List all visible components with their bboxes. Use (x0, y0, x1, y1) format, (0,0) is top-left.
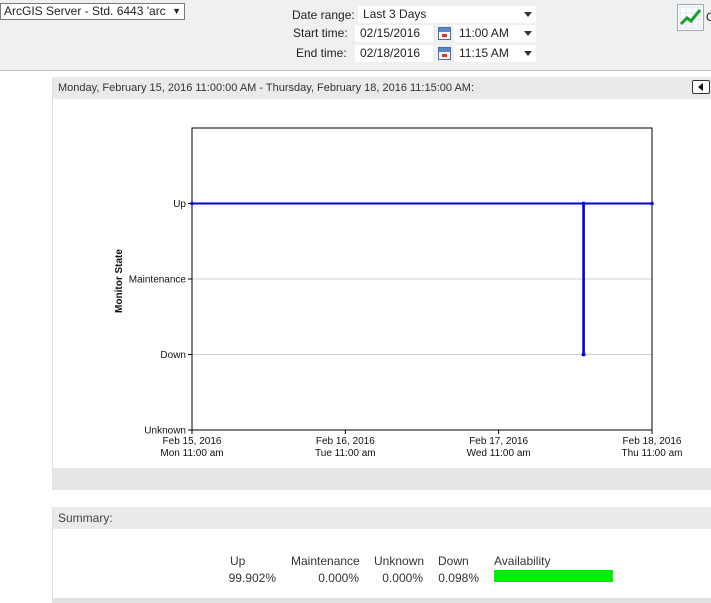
chevron-down-icon: ▼ (172, 6, 181, 16)
summary-col-unknown: Unknown (374, 554, 425, 568)
monitor-state-panel: Monday, February 15, 2016 11:00:00 AM - … (52, 77, 711, 490)
toolbar-cutoff-text: C (706, 10, 711, 24)
summary-col-down: Down (438, 554, 469, 568)
summary-col-availability: Availability (494, 554, 551, 568)
summary-value-down: 0.098% (438, 571, 479, 585)
monitor-select-value: ArcGIS Server - Std. 6443 'arc (4, 4, 166, 18)
start-date-value: 02/15/2016 (360, 26, 421, 40)
end-date-input[interactable]: 02/18/2016 (355, 45, 433, 62)
data-point (582, 201, 586, 206)
calendar-icon[interactable] (438, 47, 451, 60)
monitor-select[interactable]: ArcGIS Server - Std. 6443 'arc ▼ (0, 3, 185, 20)
x-tick-sublabel: Mon 11:00 am (160, 448, 223, 459)
y-tick-label: Maintenance (129, 275, 187, 286)
x-tick-label: Feb 16, 2016 (316, 436, 375, 447)
chevron-down-icon (524, 12, 532, 17)
x-tick-sublabel: Tue 11:00 am (315, 448, 376, 459)
summary-footer (53, 598, 711, 603)
end-time-select[interactable]: 11:15 AM (454, 45, 536, 62)
x-tick-label: Feb 17, 2016 (469, 436, 528, 447)
summary-header: Summary: (53, 507, 711, 529)
availability-bar (494, 570, 613, 582)
summary-col-up: Up (230, 554, 246, 568)
summary-col-maintenance: Maintenance (291, 554, 360, 568)
chevron-down-icon (524, 31, 532, 36)
end-time-value: 11:15 AM (459, 46, 509, 60)
start-date-input[interactable]: 02/15/2016 (355, 25, 433, 42)
summary-value-up: 99.902% (228, 571, 276, 585)
monitor-state-chart: Unknown Down Maintenance Up Monitor State Feb… (114, 127, 683, 459)
data-point (190, 201, 194, 206)
report-toolbar: ArcGIS Server - Std. 6443 'arc ▼ Date ra… (0, 0, 711, 71)
y-axis-label: Monitor State (114, 249, 125, 313)
x-tick-sublabel: Thu 11:00 am (622, 448, 683, 459)
chart-report-icon[interactable] (677, 4, 704, 31)
summary-value-unknown: 0.000% (382, 571, 423, 585)
x-tick-label: Feb 15, 2016 (163, 436, 222, 447)
data-point (582, 352, 586, 357)
chevron-down-icon (524, 51, 532, 56)
x-tick-label: Feb 18, 2016 (623, 436, 682, 447)
date-range-label: Date range: (292, 8, 355, 22)
y-tick-label: Up (173, 199, 186, 210)
panel-footer (53, 468, 711, 490)
end-time-label: End time: (296, 46, 347, 60)
summary-value-maintenance: 0.000% (318, 571, 359, 585)
summary-panel: Summary: Up Maintenance Unknown Down Ava… (52, 507, 711, 603)
date-range-select[interactable]: Last 3 Days (358, 6, 536, 23)
y-tick-label: Unknown (144, 426, 186, 437)
data-point (650, 201, 654, 206)
end-date-value: 02/18/2016 (360, 46, 421, 60)
x-tick-sublabel: Wed 11:00 am (467, 448, 531, 459)
y-tick-label: Down (160, 350, 186, 361)
start-time-select[interactable]: 11:00 AM (454, 25, 536, 42)
start-time-label: Start time: (293, 26, 348, 40)
summary-title: Summary: (58, 511, 113, 525)
date-range-value: Last 3 Days (363, 7, 427, 21)
calendar-icon[interactable] (438, 27, 451, 40)
availability-bar-fill (494, 570, 613, 582)
start-time-value: 11:00 AM (459, 26, 509, 40)
